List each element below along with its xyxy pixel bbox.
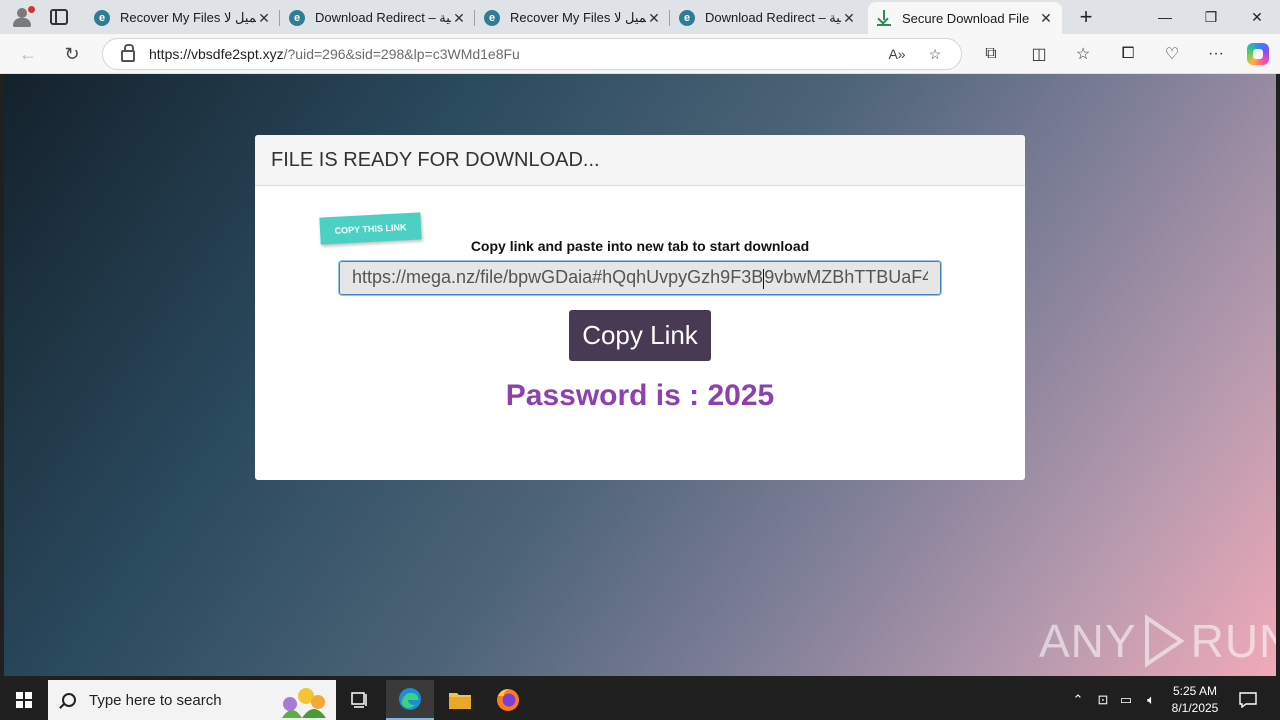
browser-toolbar: ← ↻ https://vbsdfe2spt.xyz/?uid=296&sid=… <box>0 34 1280 74</box>
instruction-text: Copy link and paste into new tab to star… <box>470 238 810 254</box>
show-hidden-icons-icon[interactable]: ⌃ <box>1068 680 1088 720</box>
clock-time: 5:25 AM <box>1172 684 1218 698</box>
close-icon[interactable]: ✕ <box>646 10 662 27</box>
window-close-button[interactable]: ✕ <box>1234 0 1280 34</box>
browser-tab[interactable]: e Recover My Files تحميل لا ✕ <box>86 2 280 34</box>
tab-title: Recover My Files تحميل لا <box>120 10 256 25</box>
collections-icon[interactable]: ⧠ <box>1117 43 1139 65</box>
search-placeholder: Type here to search <box>89 691 222 709</box>
browser-tab-active[interactable]: Secure Download File ✕ <box>868 2 1062 34</box>
edge-taskbar-icon[interactable] <box>386 680 434 720</box>
close-icon[interactable]: ✕ <box>841 10 857 27</box>
windows-logo-icon <box>16 692 32 708</box>
browser-tab[interactable]: e Recover My Files تحميل لا ✕ <box>476 2 670 34</box>
new-tab-button[interactable]: + <box>1074 6 1098 28</box>
notifications-icon[interactable] <box>1236 680 1260 720</box>
start-button[interactable] <box>0 680 48 720</box>
browser-tab[interactable]: e Download Redirect – تقنية ✕ <box>281 2 475 34</box>
tab-title: Recover My Files تحميل لا <box>510 10 646 25</box>
favorites-icon[interactable]: ☆ <box>1072 43 1094 65</box>
flowers-icon <box>282 688 326 718</box>
back-button[interactable]: ← <box>14 40 42 68</box>
restore-button[interactable]: ❐ <box>1188 0 1234 34</box>
taskbar-search-box[interactable]: Type here to search <box>48 680 336 720</box>
lock-icon[interactable] <box>121 44 135 62</box>
close-icon[interactable]: ✕ <box>451 10 467 27</box>
tab-title: Secure Download File <box>902 10 1030 26</box>
url-text[interactable]: https://vbsdfe2spt.xyz/?uid=296&sid=298&… <box>149 46 885 62</box>
taskbar: Type here to search ⌃ ⊡ ▭ 🔈︎ 5:25 AM 8/1… <box>0 680 1280 720</box>
edge-page-icon: e <box>94 10 110 26</box>
task-view-icon[interactable] <box>336 680 384 720</box>
read-aloud-icon[interactable]: A» <box>885 46 909 62</box>
favorite-star-icon[interactable]: ☆ <box>923 46 947 63</box>
download-icon <box>876 10 892 26</box>
network-icon[interactable]: ▭ <box>1116 680 1136 720</box>
password-text: Password is : 2025 <box>505 379 775 412</box>
anyrun-watermark: ANY RUN <box>1039 614 1276 668</box>
play-icon <box>1141 614 1187 668</box>
page-viewport: FILE IS READY FOR DOWNLOAD... COPY THIS … <box>4 74 1276 676</box>
search-icon <box>62 693 76 707</box>
device-icon[interactable]: ⊡ <box>1093 680 1113 720</box>
close-icon[interactable]: ✕ <box>1038 10 1054 27</box>
card-header: FILE IS READY FOR DOWNLOAD... <box>255 135 1025 186</box>
close-icon[interactable]: ✕ <box>256 10 272 27</box>
edge-page-icon: e <box>679 10 695 26</box>
copy-link-button[interactable]: Copy Link <box>569 310 711 361</box>
browser-tab[interactable]: e Download Redirect – تقنية ✕ <box>671 2 865 34</box>
more-menu-icon[interactable]: ··· <box>1205 43 1227 65</box>
profile-avatar-icon[interactable] <box>10 6 35 28</box>
volume-icon[interactable]: 🔈︎ <box>1140 680 1162 720</box>
copilot-icon[interactable] <box>1247 43 1269 65</box>
tab-title: Download Redirect – تقنية <box>705 10 841 25</box>
edge-page-icon: e <box>484 10 500 26</box>
clock-date: 8/1/2025 <box>1171 701 1219 715</box>
minimize-button[interactable]: — <box>1142 0 1188 34</box>
browser-essentials-icon[interactable]: ♡ <box>1161 43 1183 65</box>
address-bar[interactable]: https://vbsdfe2spt.xyz/?uid=296&sid=298&… <box>102 38 962 70</box>
refresh-button[interactable]: ↻ <box>58 40 86 68</box>
extensions-icon[interactable]: ⧉ <box>980 43 1002 65</box>
tab-strip: e Recover My Files تحميل لا ✕ e Download… <box>0 0 1280 34</box>
download-card: FILE IS READY FOR DOWNLOAD... COPY THIS … <box>255 135 1025 480</box>
split-screen-icon[interactable]: ◫ <box>1028 43 1050 65</box>
firefox-icon[interactable] <box>484 680 532 720</box>
download-link-input[interactable]: https://mega.nz/file/bpwGDaia#hQqhUvpyGz… <box>338 260 942 296</box>
clock[interactable]: 5:25 AM 8/1/2025 <box>1168 683 1222 717</box>
tab-actions-icon[interactable] <box>50 9 68 25</box>
tab-title: Download Redirect – تقنية <box>315 10 451 25</box>
file-explorer-icon[interactable] <box>436 680 484 720</box>
edge-page-icon: e <box>289 10 305 26</box>
